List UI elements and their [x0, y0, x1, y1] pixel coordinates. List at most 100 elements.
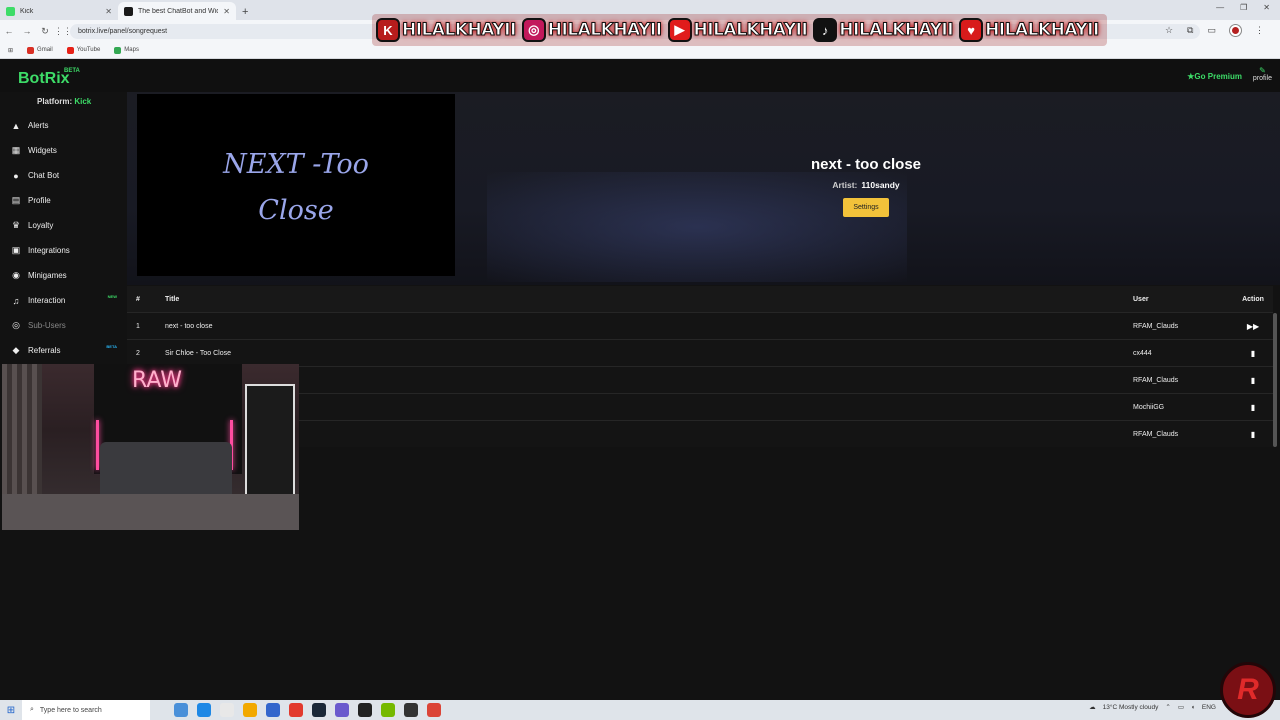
channel-logo-overlay: R — [1220, 662, 1276, 718]
taskbar-app-icon[interactable] — [197, 703, 211, 717]
browser-profile-avatar[interactable] — [1230, 25, 1241, 36]
social-handle-text: HILALKHAYII — [839, 20, 954, 41]
language-indicator[interactable]: ENG — [1202, 704, 1216, 711]
window-controls: — ❐ ✕ — [1216, 3, 1270, 12]
maximize-button[interactable]: ❐ — [1240, 3, 1247, 12]
platform-indicator: Platform: Kick — [37, 97, 91, 106]
close-tab-icon[interactable]: ✕ — [223, 7, 230, 16]
profile-label: profile — [1252, 75, 1272, 82]
apps-grid-icon[interactable]: ⊞ — [8, 47, 13, 54]
browser-tab[interactable]: The best ChatBot and Widg ✕ — [118, 2, 236, 20]
platform-value: Kick — [74, 97, 92, 106]
sidebar-item-loyalty[interactable]: ♛ Loyalty — [0, 213, 125, 238]
sidebar-item-minigames[interactable]: ◉ Minigames — [0, 263, 125, 288]
sidebar-item-label: Widgets — [28, 146, 57, 155]
browser-menu-icon[interactable]: ⋮ — [1255, 25, 1264, 36]
queue-scrollbar[interactable] — [1273, 313, 1277, 447]
album-cover: NEXT -Too Close — [137, 94, 455, 276]
row-user: RFAM_Clauds — [1133, 430, 1179, 438]
row-user: RFAM_Clauds — [1133, 322, 1179, 330]
url-text: botrix.live/panel/songrequest — [78, 28, 168, 35]
sidepanel-icon[interactable]: ▭ — [1207, 25, 1216, 36]
taskbar-app-icon[interactable] — [427, 703, 441, 717]
taskbar-app-icon[interactable] — [243, 703, 257, 717]
new-tab-button[interactable]: + — [242, 6, 248, 18]
social-handles-banner: K HILALKHAYII ◎ HILALKHAYII ▶ HILALKHAYII ♪ HIL… — [372, 14, 1107, 46]
logo-text: BotRix — [18, 70, 70, 87]
social-platform-icon: K — [376, 18, 400, 42]
search-placeholder: Type here to search — [39, 706, 102, 714]
bookmark-item[interactable]: Gmail — [27, 46, 53, 54]
sidebar-item-referrals[interactable]: ◆ Referrals BETA — [0, 338, 125, 363]
taskbar-app-icon[interactable] — [358, 703, 372, 717]
taskbar-search[interactable]: ⌕ Type here to search — [22, 700, 150, 720]
now-playing-panel: NEXT -Too Close next - too close Artist:… — [127, 92, 1280, 285]
tray-chevron-icon[interactable]: ⌃ — [1165, 703, 1170, 711]
logo-beta-tag: BETA — [64, 68, 80, 74]
close-window-button[interactable]: ✕ — [1263, 3, 1270, 12]
nav-icon: ▤ — [11, 195, 21, 205]
weather-text[interactable]: 13°C Mostly cloudy — [1103, 704, 1159, 711]
sidebar-item-alerts[interactable]: ▲ Alerts — [0, 113, 125, 138]
now-playing-artist: Artist: 110sandy — [687, 180, 1045, 190]
sidebar-item-widgets[interactable]: ▦ Widgets — [0, 138, 125, 163]
profile-button[interactable]: ✎ profile — [1253, 66, 1272, 82]
extensions-icon[interactable]: ⧉ — [1187, 25, 1193, 36]
browser-tab[interactable]: Kick ✕ — [0, 2, 118, 20]
nav-icon: ♫ — [12, 295, 20, 306]
go-premium-button[interactable]: ★Go Premium — [1187, 72, 1242, 81]
taskbar-app-icon[interactable] — [335, 703, 349, 717]
social-platform-icon: ▶ — [667, 18, 692, 42]
forward-icon[interactable]: → — [18, 26, 36, 36]
nav-icon: ▲ — [11, 120, 21, 131]
sidebar-item-interaction[interactable]: ♫ Interaction NEW — [0, 288, 125, 313]
minimize-button[interactable]: — — [1216, 3, 1224, 12]
bookmark-label: Gmail — [37, 47, 53, 53]
neon-sign: RAW — [132, 368, 182, 393]
trash-icon[interactable]: ▮ — [1251, 349, 1255, 358]
sidebar-item-label: Integrations — [28, 246, 70, 255]
social-handle-text: HILALKHAYII — [985, 20, 1100, 41]
settings-button[interactable]: Settings — [843, 198, 889, 217]
skip-forward-icon[interactable]: ▶▶ — [1247, 322, 1259, 331]
reload-icon[interactable]: ↻ — [36, 26, 54, 37]
social-handle-text: HILALKHAYII — [693, 20, 808, 41]
taskbar-app-icon[interactable] — [266, 703, 280, 717]
close-tab-icon[interactable]: ✕ — [105, 7, 112, 16]
back-icon[interactable]: ← — [0, 26, 18, 36]
nav-icon: ● — [13, 170, 19, 181]
sidebar-item-chat-bot[interactable]: ● Chat Bot — [0, 163, 125, 188]
social-platform-icon: ◎ — [521, 18, 546, 42]
volume-icon[interactable]: ◖ — [1191, 704, 1195, 711]
platform-label: Platform: — [37, 97, 73, 106]
bookmark-star-icon[interactable]: ☆ — [1165, 25, 1173, 36]
sidebar-item-label: Minigames — [28, 271, 67, 280]
sidebar-item-label: Interaction — [28, 296, 66, 305]
network-icon[interactable]: ▭ — [1178, 703, 1184, 711]
taskbar-app-icon[interactable] — [289, 703, 303, 717]
trash-icon[interactable]: ▮ — [1251, 403, 1255, 412]
sidebar-item-label: Referrals — [28, 346, 61, 355]
windows-start-icon[interactable]: ⊞ — [0, 705, 22, 716]
sidebar-item-profile[interactable]: ▤ Profile — [0, 188, 125, 213]
bookmark-favicon-icon — [66, 46, 74, 54]
sidebar-item-integrations[interactable]: ▣ Integrations — [0, 238, 125, 263]
webcam-overlay: RAW — [2, 364, 299, 530]
sofa — [100, 442, 232, 502]
botrix-logo[interactable]: BotRix BETA — [18, 68, 80, 88]
taskbar-app-icon[interactable] — [220, 703, 234, 717]
trash-icon[interactable]: ▮ — [1251, 376, 1255, 385]
search-icon: ⌕ — [30, 706, 34, 713]
taskbar-app-icon[interactable] — [312, 703, 326, 717]
taskbar-app-icon[interactable] — [381, 703, 395, 717]
table-row: 1 next - too close RFAM_Clauds ▶▶ — [127, 312, 1273, 339]
bookmark-item[interactable]: YouTube — [66, 46, 100, 54]
sidebar-item-label: Loyalty — [28, 221, 54, 230]
sidebar-item-sub-users[interactable]: ◎ Sub-Users — [0, 313, 125, 338]
trash-icon[interactable]: ▮ — [1251, 430, 1255, 439]
taskbar: ⊞ ⌕ Type here to search ☁ 13°C Mostly clo… — [0, 700, 1280, 720]
taskbar-app-icon[interactable] — [404, 703, 418, 717]
bookmark-item[interactable]: Maps — [114, 46, 139, 54]
taskbar-app-icon[interactable] — [174, 703, 188, 717]
sidebar-nav: ▲ Alerts ▦ Widgets ● Chat Bot ▤ Profile ♛ Loyalty… — [0, 113, 125, 363]
